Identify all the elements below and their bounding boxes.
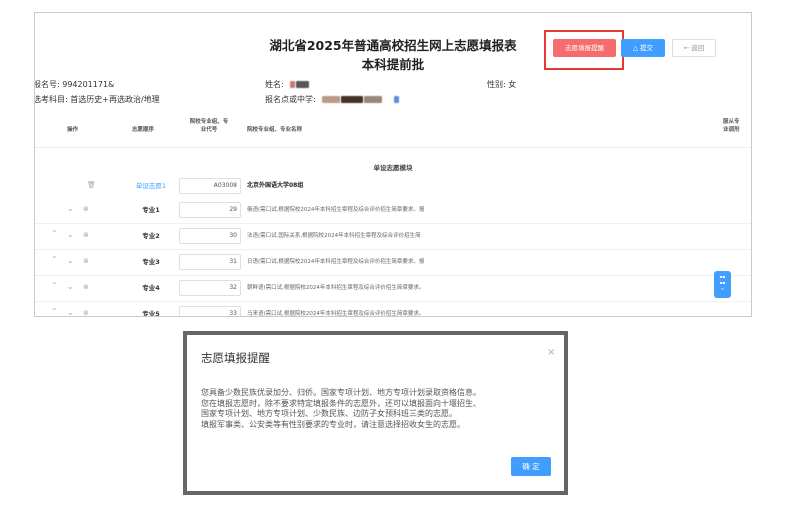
floating-helper-button[interactable]: ▪▪ ▪▪ ▫	[714, 271, 731, 298]
chevron-up-icon[interactable]: ⌃	[51, 229, 58, 238]
modal-overlay: 志愿填报提醒 × 您具备少数民族优录加分、归侨。国家专项计划、地方专项计划录取资…	[183, 331, 568, 495]
table-row: 🗑 单设志愿1 A03008 北京外国语大学08组	[35, 174, 751, 198]
order-label: 专业1	[142, 206, 160, 214]
table-header: 操作 志愿顺序 院校专业组、专 业代号 院校专业组、专业名称 服从专 业调剂	[35, 112, 751, 148]
code-input[interactable]: 32	[179, 280, 241, 296]
remove-icon[interactable]: ⊗	[83, 205, 89, 213]
code-input[interactable]: 31	[179, 254, 241, 270]
chevron-up-icon[interactable]: ⌃	[51, 307, 58, 316]
code-input[interactable]: A03008	[179, 178, 241, 194]
application-form-panel: 湖北省2025年普通高校招生网上志愿填报表 本科提前批 志愿填报提醒 △ 提交 …	[34, 12, 752, 317]
table-row: ⌃ ⌄ ⊗ 专业2 30 法语(需口试,国际关系,根据院校2024年本科招生章程…	[35, 224, 751, 248]
chevron-down-icon[interactable]: ⌄	[67, 256, 74, 265]
confirm-button[interactable]: 确 定	[511, 457, 551, 476]
row-name: 马来语(需口试,根据院校2024年本科招生章程及综合评价招生简章要求。	[247, 311, 425, 317]
col-order: 志愿顺序	[132, 127, 155, 133]
dialog-message: 您具备少数民族优录加分、归侨。国家专项计划、地方专项计划录取资格信息。 您在填报…	[201, 388, 481, 429]
dialog-title: 志愿填报提醒	[201, 351, 270, 365]
redacted-name	[290, 81, 296, 88]
code-input[interactable]: 30	[179, 228, 241, 244]
name-field: 姓名:	[265, 79, 310, 90]
row-name: 俄语(需口试,根据院校2024年本科招生章程及综合评价招生简章要求。报	[247, 207, 425, 213]
col-name: 院校专业组、专业名称	[247, 127, 303, 133]
delete-icon[interactable]: 🗑	[87, 181, 96, 189]
order-label: 专业2	[142, 232, 160, 240]
col-adjust: 服从专 业调剂	[723, 119, 740, 133]
school-field: 报名点或中学:	[265, 94, 400, 105]
chevron-down-icon[interactable]: ⌄	[67, 204, 74, 213]
table-row: ⌄ ⊗ 专业1 29 俄语(需口试,根据院校2024年本科招生章程及综合评价招生…	[35, 198, 751, 222]
chevron-down-icon[interactable]: ⌄	[67, 230, 74, 239]
highlight-box	[544, 30, 624, 70]
col-operation: 操作	[67, 127, 79, 133]
col-code: 院校专业组、专 业代号	[189, 119, 229, 133]
page: 湖北省2025年普通高校招生网上志愿填报表 本科提前批 志愿填报提醒 △ 提交 …	[0, 0, 800, 505]
registration-number: 报名号: 994201171&	[34, 80, 115, 89]
name-label: 姓名:	[265, 80, 284, 89]
code-input[interactable]: 33	[179, 306, 241, 316]
order-label[interactable]: 单设志愿1	[123, 174, 179, 198]
remove-icon[interactable]: ⊗	[83, 231, 89, 239]
order-label: 专业4	[142, 284, 160, 292]
code-input[interactable]: 29	[179, 202, 241, 218]
elective-subjects: 选考科目: 首选历史+再选政治/地理	[34, 95, 160, 104]
order-label: 专业5	[142, 310, 160, 317]
section-title: 单设志愿模块	[373, 164, 413, 172]
gender-field: 性别: 女	[487, 80, 517, 89]
row-name: 法语(需口试,国际关系,根据院校2024年本科招生章程及综合评价招生简	[247, 233, 421, 239]
remove-icon[interactable]: ⊗	[83, 309, 89, 316]
close-icon[interactable]: ×	[547, 347, 555, 358]
table-row: ⌃ ⌄ ⊗ 专业5 33 马来语(需口试,根据院校2024年本科招生章程及综合评…	[35, 302, 751, 317]
chevron-up-icon[interactable]: ⌃	[51, 281, 58, 290]
table-row: ⌃ ⌄ ⊗ 专业3 31 日语(需口试,根据院校2024年本科招生章程及综合评价…	[35, 250, 751, 274]
remove-icon[interactable]: ⊗	[83, 257, 89, 265]
chevron-down-icon[interactable]: ⌄	[67, 308, 74, 316]
order-label: 专业3	[142, 258, 160, 266]
row-name: 朝鲜语(需口试,根据院校2024年本科招生章程及综合评价招生简章要求。	[247, 285, 425, 291]
chevron-down-icon[interactable]: ⌄	[67, 282, 74, 291]
table-row: ⌃ ⌄ ⊗ 专业4 32 朝鲜语(需口试,根据院校2024年本科招生章程及综合评…	[35, 276, 751, 300]
back-button[interactable]: ← 返回	[672, 39, 716, 57]
redacted-school	[322, 96, 341, 103]
chevron-up-icon[interactable]: ⌃	[51, 255, 58, 264]
row-name: 北京外国语大学08组	[247, 182, 304, 189]
remove-icon[interactable]: ⊗	[83, 283, 89, 291]
school-label: 报名点或中学:	[265, 95, 316, 104]
submit-button[interactable]: △ 提交	[621, 39, 665, 57]
row-name: 日语(需口试,根据院校2024年本科招生章程及综合评价招生简章要求。报	[247, 259, 425, 265]
reminder-dialog: 志愿填报提醒 × 您具备少数民族优录加分、归侨。国家专项计划、地方专项计划录取资…	[187, 335, 564, 491]
